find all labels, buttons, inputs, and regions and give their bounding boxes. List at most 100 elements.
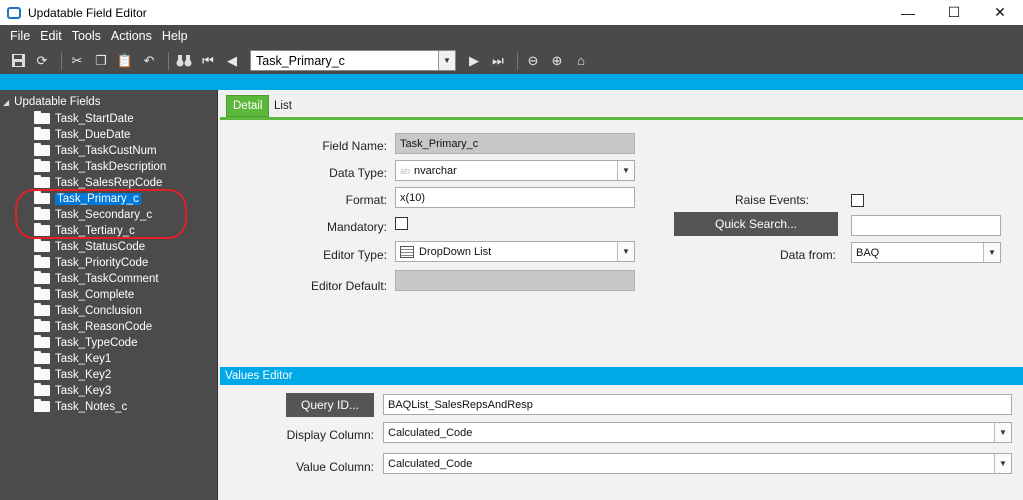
tree-item[interactable]: Task_DueDate [34, 127, 130, 142]
toolbar-separator [517, 51, 518, 70]
query-id-value: BAQList_SalesRepsAndResp [388, 398, 533, 411]
query-id-input[interactable]: BAQList_SalesRepsAndResp [383, 394, 1012, 415]
tree-item-label: Task_Key3 [55, 384, 112, 397]
raise-events-label: Raise Events: [734, 193, 809, 207]
data-type-select[interactable]: ab nvarchar ▼ [395, 160, 635, 181]
folder-icon [34, 255, 50, 268]
quick-search-button[interactable]: Quick Search... [674, 212, 838, 236]
tree-item[interactable]: Task_StatusCode [34, 239, 145, 254]
chevron-down-icon[interactable]: ▼ [438, 51, 455, 70]
menu-help[interactable]: Help [162, 29, 188, 43]
tree-item[interactable]: Task_StartDate [34, 111, 134, 126]
display-column-value: Calculated_Code [388, 426, 473, 439]
menu-actions[interactable]: Actions [111, 29, 152, 43]
last-record-icon[interactable]: ⏭ [488, 51, 508, 71]
folder-icon [34, 223, 50, 236]
back-icon[interactable]: ⊖ [523, 51, 543, 71]
tab-strip: Detail List [220, 90, 1023, 120]
folder-icon [34, 399, 50, 412]
window-title: Updatable Field Editor [28, 5, 147, 20]
folder-icon [34, 319, 50, 332]
display-column-select[interactable]: Calculated_Code ▼ [383, 422, 1012, 443]
binoculars-icon[interactable] [174, 51, 194, 71]
tree-item[interactable]: Task_TaskComment [34, 271, 159, 286]
tab-list[interactable]: List [268, 95, 298, 117]
quick-search-input[interactable] [851, 215, 1001, 236]
mandatory-checkbox[interactable] [395, 217, 408, 230]
tree-item[interactable]: Task_Tertiary_c [34, 223, 135, 238]
tree-root[interactable]: ◢ Updatable Fields [3, 96, 100, 108]
tree-item-label: Task_TaskCustNum [55, 144, 157, 157]
tree-item[interactable]: Task_SalesRepCode [34, 175, 162, 190]
values-editor-header: Values Editor [220, 367, 1023, 385]
editor-default-label: Editor Default: [310, 279, 387, 293]
next-record-icon[interactable]: ▶ [464, 51, 484, 71]
close-button[interactable]: ✕ [977, 0, 1023, 25]
value-column-select[interactable]: Calculated_Code ▼ [383, 453, 1012, 474]
title-bar: Updatable Field Editor — ☐ ✕ [0, 0, 1023, 25]
paste-icon[interactable]: 📋 [115, 51, 135, 71]
folder-icon [34, 335, 50, 348]
tree-item-label: Task_TaskComment [55, 272, 159, 285]
editor-default-input[interactable] [395, 270, 635, 291]
tree-item[interactable]: Task_TaskDescription [34, 159, 166, 174]
field-name-input[interactable]: Task_Primary_c [395, 133, 635, 154]
first-record-icon[interactable]: ⏮ [198, 51, 218, 71]
format-input[interactable]: x(10) [395, 187, 635, 208]
menu-edit[interactable]: Edit [40, 29, 62, 43]
tree-item-label: Task_ReasonCode [55, 320, 153, 333]
editor-type-select[interactable]: DropDown List ▼ [395, 241, 635, 262]
folder-icon [34, 351, 50, 364]
query-id-button[interactable]: Query ID... [286, 393, 374, 417]
toolbar-separator [168, 51, 169, 70]
tree-item[interactable]: Task_ReasonCode [34, 319, 152, 334]
tree-item[interactable]: Task_Primary_c [34, 191, 141, 206]
minimize-button[interactable]: — [885, 0, 931, 25]
tree-item[interactable]: Task_Key3 [34, 383, 111, 398]
home-icon[interactable]: ⌂ [571, 51, 591, 71]
expand-triangle-icon[interactable]: ◢ [3, 98, 9, 107]
menu-tools[interactable]: Tools [72, 29, 101, 43]
undo-icon[interactable]: ↶ [139, 51, 159, 71]
cut-icon[interactable]: ✂ [67, 51, 87, 71]
record-navigator-combo[interactable]: Task_Primary_c ▼ [250, 50, 456, 71]
chevron-down-icon[interactable]: ▼ [617, 161, 634, 180]
tree-item[interactable]: Task_Key2 [34, 367, 111, 382]
save-icon[interactable] [8, 51, 28, 71]
data-from-value: BAQ [856, 246, 880, 259]
copy-icon[interactable]: ❐ [91, 51, 111, 71]
data-from-select[interactable]: BAQ ▼ [851, 242, 1001, 263]
tree-item[interactable]: Task_PriorityCode [34, 255, 148, 270]
folder-icon [34, 303, 50, 316]
field-name-label: Field Name: [322, 139, 387, 153]
chevron-down-icon[interactable]: ▼ [983, 243, 1000, 262]
chevron-down-icon[interactable]: ▼ [994, 454, 1011, 473]
tree-root-label: Updatable Fields [14, 96, 101, 108]
tree-item[interactable]: Task_Complete [34, 287, 134, 302]
menu-file[interactable]: File [10, 29, 30, 43]
editor-type-value: DropDown List [419, 245, 492, 258]
header-strip [0, 74, 1023, 90]
tree-item[interactable]: Task_Conclusion [34, 303, 142, 318]
tree-item[interactable]: Task_Secondary_c [34, 207, 152, 222]
chevron-down-icon[interactable]: ▼ [994, 423, 1011, 442]
tree-item[interactable]: Task_TypeCode [34, 335, 137, 350]
refresh-icon[interactable]: ⟳ [32, 51, 52, 71]
tree-item-label: Task_Key1 [55, 352, 112, 365]
folder-icon [34, 127, 50, 140]
forward-icon[interactable]: ⊕ [547, 51, 567, 71]
tree-item-label: Task_Complete [55, 288, 135, 301]
previous-record-icon[interactable]: ◀ [222, 51, 242, 71]
editor-pane: Detail List Field Name: Task_Primary_c D… [220, 90, 1023, 500]
maximize-button[interactable]: ☐ [931, 0, 977, 25]
menu-bar: File Edit Tools Actions Help [0, 25, 1023, 47]
tree-item[interactable]: Task_Notes_c [34, 399, 127, 414]
raise-events-checkbox[interactable] [851, 194, 864, 207]
tree-item-label: Task_TaskDescription [55, 160, 167, 173]
detail-panel: Field Name: Task_Primary_c Data Type: ab… [223, 123, 1023, 367]
tree-item[interactable]: Task_Key1 [34, 351, 111, 366]
tree-item-label: Task_Tertiary_c [55, 224, 135, 237]
tree-item[interactable]: Task_TaskCustNum [34, 143, 157, 158]
chevron-down-icon[interactable]: ▼ [617, 242, 634, 261]
tab-detail[interactable]: Detail [226, 95, 270, 117]
